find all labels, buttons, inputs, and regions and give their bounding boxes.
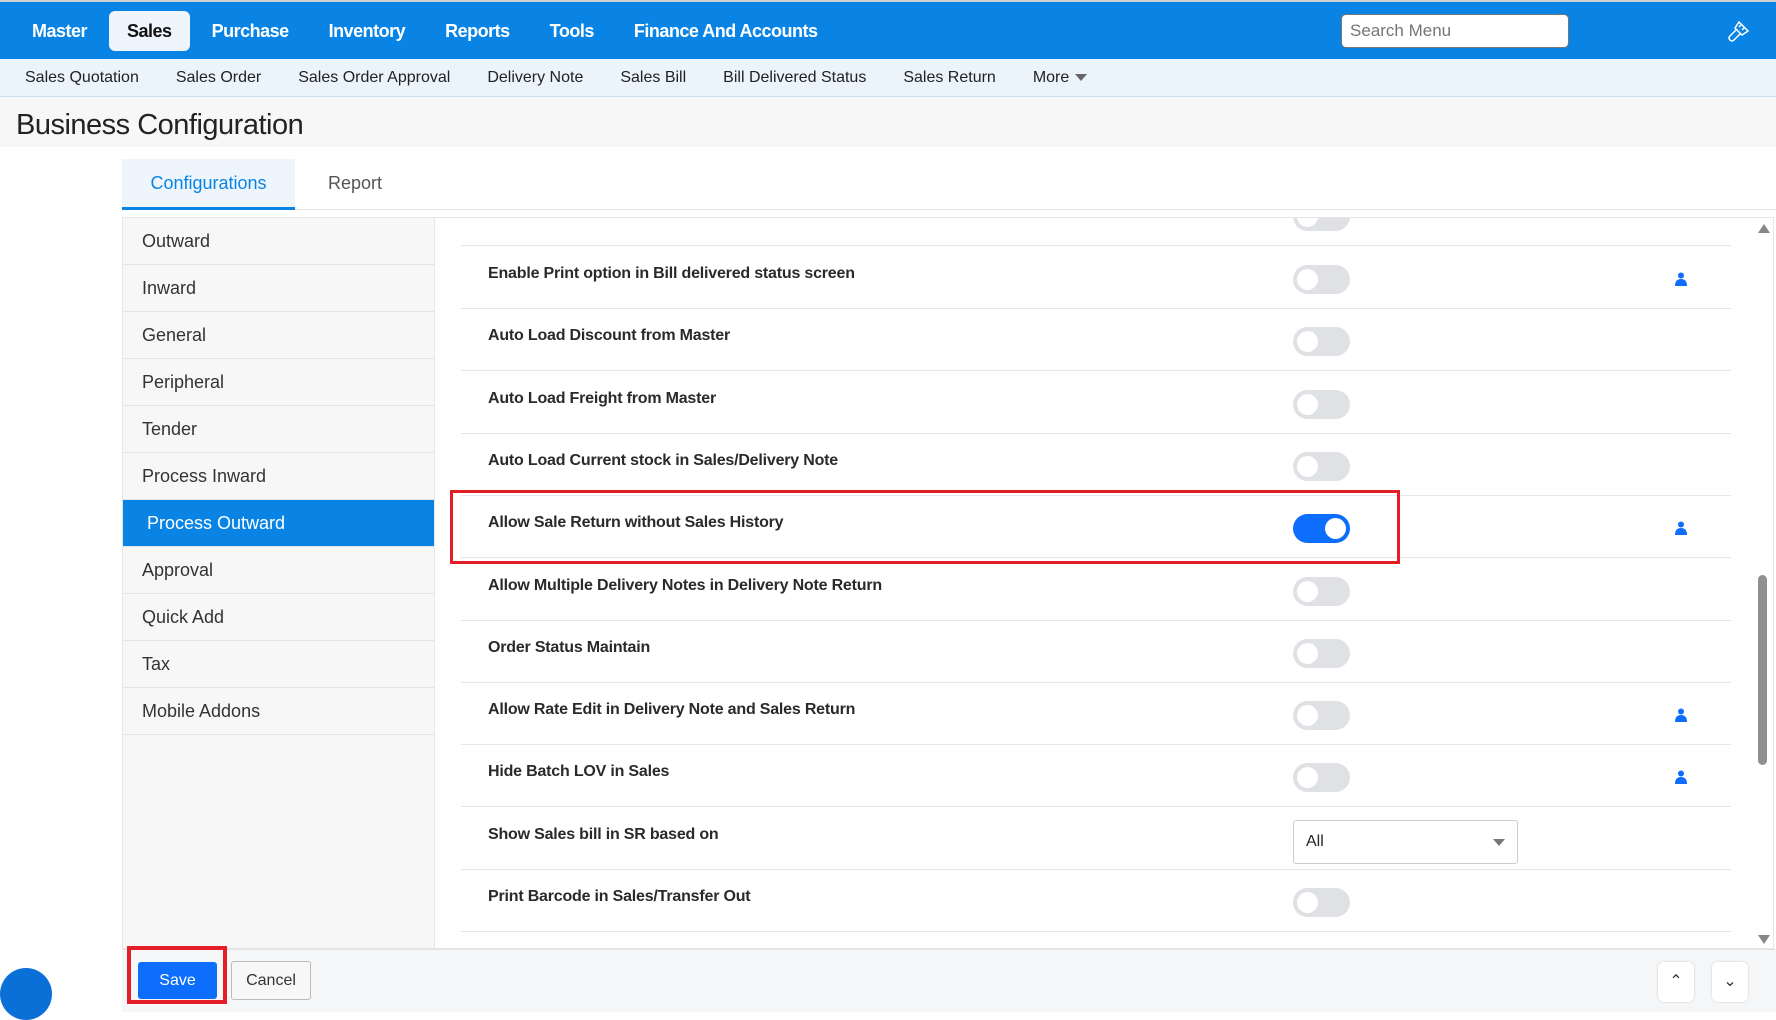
tab-bar: Configurations Report: [122, 159, 1776, 210]
save-highlight-box: [127, 946, 227, 1004]
menu-master[interactable]: Master: [14, 11, 105, 51]
footer-bar: Save Cancel ⌃ ⌄: [122, 949, 1776, 1012]
setting-label: Allow Multiple Delivery Notes in Deliver…: [488, 576, 882, 594]
settings-row: Allow Multiple Delivery Notes in Deliver…: [461, 559, 1731, 621]
toggle-switch[interactable]: [1293, 451, 1350, 481]
sidebar-item-quick-add[interactable]: Quick Add: [123, 594, 434, 641]
setting-label: Enable Print option in Bill delivered st…: [488, 265, 855, 282]
cancel-button[interactable]: Cancel: [231, 961, 311, 1000]
menu-finance-and-accounts[interactable]: Finance And Accounts: [616, 11, 836, 51]
settings-row: Auto Load Current stock in Sales/Deliver…: [461, 434, 1731, 496]
chevron-up-icon: ⌃: [1669, 973, 1683, 990]
scroll-top-button[interactable]: ⌃: [1658, 962, 1694, 1002]
sidebar-item-peripheral[interactable]: Peripheral: [123, 359, 434, 406]
sidebar-item-tender[interactable]: Tender: [123, 406, 434, 453]
select-dropdown[interactable]: All: [1293, 819, 1518, 864]
sidebar-item-general[interactable]: General: [123, 312, 434, 359]
caret-down-icon: [1075, 74, 1088, 82]
submenu-sales-bill[interactable]: Sales Bill: [620, 59, 686, 96]
sidebar-item-approval[interactable]: Approval: [123, 547, 434, 594]
title-bar: Business Configuration: [0, 97, 1776, 147]
submenu-bill-delivered-status[interactable]: Bill Delivered Status: [723, 59, 866, 96]
menu-reports[interactable]: Reports: [427, 11, 528, 51]
sidebar-item-process-outward[interactable]: Process Outward: [123, 500, 434, 547]
toggle-switch[interactable]: [1293, 701, 1350, 731]
configuration-panel: Outward Inward General Peripheral Tender Proc…: [122, 217, 1774, 949]
submenu-more[interactable]: More: [1032, 59, 1088, 96]
toggle-switch[interactable]: [1293, 389, 1350, 419]
select-value: All: [1306, 832, 1324, 850]
sales-submenu: Sales Quotation Sales Order Sales Order Ap…: [0, 59, 1776, 97]
main-menu: Master Sales Purchase Inventory Reports Tools…: [14, 11, 836, 51]
settings-list: Enable Print option in Bill delivered st…: [461, 218, 1731, 948]
settings-row: Allow Rate Edit in Delivery Note and Sal…: [461, 683, 1731, 746]
user-icon[interactable]: [1675, 708, 1687, 723]
setting-label: Hide Batch LOV in Sales: [488, 763, 670, 781]
caret-down-icon: [1493, 838, 1505, 846]
setting-label: Allow Rate Edit in Delivery Note and Sal…: [488, 701, 856, 719]
toggle-switch[interactable]: [1293, 576, 1350, 606]
toggle-switch[interactable]: [1293, 327, 1350, 357]
menu-tools[interactable]: Tools: [532, 11, 612, 51]
tab-configurations[interactable]: Configurations: [122, 159, 295, 210]
vertical-scrollbar[interactable]: [1756, 220, 1770, 948]
sidebar-item-mobile-addons[interactable]: Mobile Addons: [123, 688, 434, 735]
paint-brush-icon[interactable]: [1725, 19, 1751, 45]
chat-icon[interactable]: [0, 968, 52, 1020]
settings-row: Auto Load Discount from Master: [461, 309, 1731, 372]
settings-row: Auto Load Freight from Master: [461, 372, 1731, 434]
setting-label: Auto Load Discount from Master: [488, 327, 731, 345]
menu-sales[interactable]: Sales: [109, 11, 190, 51]
settings-row: Show Sales bill in SR based on All: [461, 808, 1731, 870]
toggle-switch[interactable]: [1293, 763, 1350, 793]
settings-row: Print Barcode in Sales/Transfer Out: [461, 870, 1731, 932]
settings-row: Order Status Maintain: [461, 621, 1731, 683]
menu-purchase[interactable]: Purchase: [194, 11, 307, 51]
chevron-down-icon: ⌄: [1723, 973, 1737, 990]
scroll-up-arrow-icon[interactable]: [1758, 224, 1770, 233]
submenu-sales-order-approval[interactable]: Sales Order Approval: [298, 59, 450, 96]
user-icon[interactable]: [1675, 272, 1687, 286]
top-navbar: Master Sales Purchase Inventory Reports Tools…: [0, 0, 1776, 59]
sidebar-item-process-inward[interactable]: Process Inward: [123, 453, 434, 500]
settings-row: Enable Print option in Bill delivered st…: [461, 247, 1731, 309]
setting-label: Show Sales bill in SR based on: [488, 825, 719, 843]
scrollbar-thumb[interactable]: [1758, 575, 1767, 765]
setting-label: Auto Load Freight from Master: [488, 389, 716, 407]
user-icon[interactable]: [1675, 521, 1687, 536]
scroll-down-arrow-icon[interactable]: [1758, 935, 1770, 944]
toggle-switch[interactable]: [1293, 638, 1350, 668]
submenu-sales-quotation[interactable]: Sales Quotation: [25, 59, 139, 96]
search-menu-input[interactable]: [1341, 14, 1569, 48]
settings-row-partial: [461, 218, 1731, 246]
submenu-sales-return[interactable]: Sales Return: [903, 59, 996, 96]
sidebar-item-tax[interactable]: Tax: [123, 641, 434, 688]
highlight-box: [450, 490, 1400, 564]
toggle-switch[interactable]: [1293, 888, 1350, 917]
page-title: Business Configuration: [16, 109, 304, 141]
tab-report[interactable]: Report: [295, 159, 415, 210]
scroll-bottom-button[interactable]: ⌄: [1712, 962, 1748, 1002]
toggle-switch[interactable]: [1293, 218, 1350, 231]
setting-label: Order Status Maintain: [488, 638, 651, 656]
setting-label: Auto Load Current stock in Sales/Deliver…: [488, 451, 838, 469]
setting-label: Print Barcode in Sales/Transfer Out: [488, 888, 751, 905]
settings-row: Hide Batch LOV in Sales: [461, 745, 1731, 808]
toggle-switch[interactable]: [1293, 265, 1350, 294]
submenu-delivery-note[interactable]: Delivery Note: [487, 59, 583, 96]
config-sidebar: Outward Inward General Peripheral Tender Proc…: [123, 218, 435, 948]
submenu-sales-order[interactable]: Sales Order: [176, 59, 261, 96]
more-label: More: [1032, 69, 1070, 86]
menu-inventory[interactable]: Inventory: [311, 11, 424, 51]
user-icon[interactable]: [1675, 770, 1687, 785]
sidebar-item-inward[interactable]: Inward: [123, 265, 434, 312]
sidebar-item-outward[interactable]: Outward: [123, 218, 434, 265]
